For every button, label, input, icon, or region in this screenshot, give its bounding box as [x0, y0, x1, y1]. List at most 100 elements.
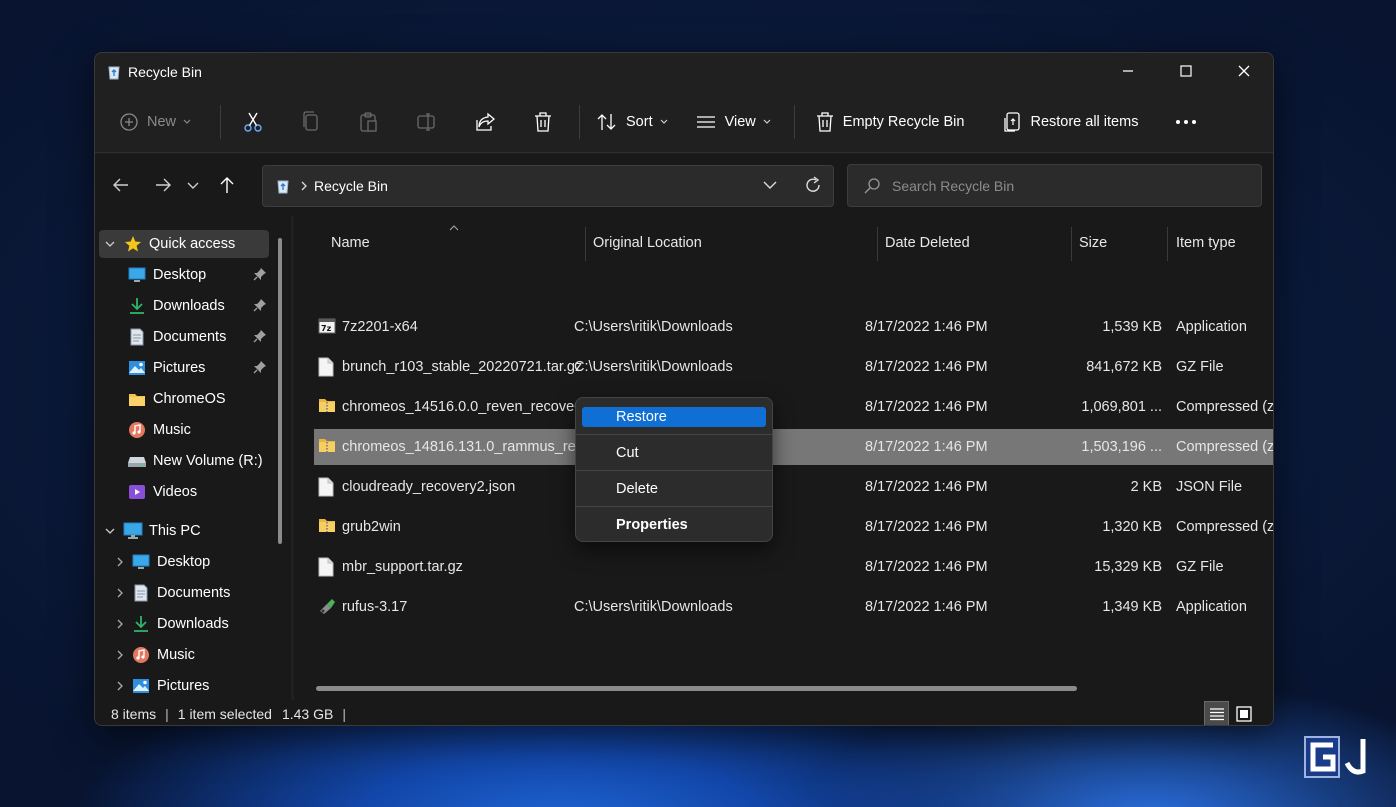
table-row[interactable]: cloudready_recovery2.json 8/17/2022 1:46 …: [314, 469, 1273, 505]
context-properties[interactable]: Properties: [582, 514, 766, 536]
new-button[interactable]: New: [119, 104, 192, 140]
chevron-right-icon[interactable]: [113, 681, 127, 691]
table-row[interactable]: grub2win 8/17/2022 1:46 PM 1,320 KB Compres…: [314, 509, 1273, 545]
context-restore[interactable]: Restore: [582, 407, 766, 427]
sort-button[interactable]: Sort: [596, 104, 669, 140]
column-header-type[interactable]: Item type: [1176, 224, 1236, 262]
search-input[interactable]: [892, 177, 1232, 194]
column-header-size[interactable]: Size: [1079, 224, 1107, 262]
table-row[interactable]: brunch_r103_stable_20220721.tar.gz C:\Use…: [314, 349, 1273, 385]
chevron-right-icon[interactable]: [113, 557, 127, 567]
chevron-right-icon[interactable]: [113, 619, 127, 629]
cell-name: brunch_r103_stable_20220721.tar.gz: [342, 359, 583, 375]
maximize-button[interactable]: [1157, 53, 1215, 89]
sidebar-item-pc-4[interactable]: Pictures: [99, 672, 269, 700]
rename-button[interactable]: [405, 104, 449, 140]
address-dropdown-button[interactable]: [763, 180, 777, 190]
recent-locations-button[interactable]: [181, 167, 205, 203]
cell-size: 1,539 KB: [1102, 319, 1162, 335]
delete-button[interactable]: [521, 104, 565, 140]
selection-size: 1.43 GB: [281, 705, 334, 722]
trash-icon: [535, 111, 552, 132]
view-list-icon: [696, 115, 715, 128]
sidebar-item-pc-3[interactable]: Music: [99, 641, 269, 669]
sidebar-scrollbar[interactable]: [278, 238, 282, 544]
sidebar-item-quick-2[interactable]: Documents: [99, 323, 269, 351]
context-cut-label: Cut: [616, 445, 639, 461]
sidebar-this-pc[interactable]: This PC: [99, 517, 269, 545]
sidebar-item-pc-0[interactable]: Desktop: [99, 548, 269, 576]
share-button[interactable]: [463, 104, 507, 140]
watermark-logo: [1302, 732, 1384, 782]
restore-all-button[interactable]: Restore all items: [1002, 104, 1138, 140]
paste-button[interactable]: [347, 104, 391, 140]
sidebar-item-quick-1[interactable]: Downloads: [99, 292, 269, 320]
sidebar-item-pc-1[interactable]: Documents: [99, 579, 269, 607]
address-bar[interactable]: Recycle Bin: [262, 165, 834, 207]
sidebar-item-label: Downloads: [153, 298, 225, 314]
column-divider[interactable]: [877, 227, 878, 261]
tiles-view-button[interactable]: [1231, 701, 1256, 725]
context-delete[interactable]: Delete: [582, 478, 766, 500]
table-row[interactable]: mbr_support.tar.gz 8/17/2022 1:46 PM 15,32…: [314, 549, 1273, 585]
status-bar: 8 items | 1 item selected 1.43 GB |: [95, 700, 1273, 725]
chevron-right-icon[interactable]: [113, 588, 127, 598]
table-row[interactable]: 7z 7z2201-x64 C:\Users\ritik\Downloads 8/17…: [314, 309, 1273, 345]
chevron-down-icon[interactable]: [101, 240, 119, 248]
details-view-button[interactable]: [1204, 701, 1229, 725]
forward-button[interactable]: [145, 167, 181, 203]
column-divider[interactable]: [585, 227, 586, 261]
minimize-button[interactable]: [1099, 53, 1157, 89]
cell-name: cloudready_recovery2.json: [342, 479, 516, 495]
sidebar-item-quick-6[interactable]: New Volume (R:): [99, 447, 269, 475]
videos-icon: [127, 482, 147, 502]
sidebar-quick-access[interactable]: Quick access: [99, 230, 269, 258]
chevron-down-icon: [187, 182, 199, 189]
context-menu: Restore Cut Delete Properties: [575, 397, 773, 542]
table-row[interactable]: rufus-3.17 C:\Users\ritik\Downloads 8/17/2…: [314, 589, 1273, 625]
sidebar-item-quick-3[interactable]: Pictures: [99, 354, 269, 382]
context-cut[interactable]: Cut: [582, 442, 766, 464]
sidebar-item-label: Music: [153, 422, 191, 438]
sidebar-item-label: This PC: [149, 523, 201, 539]
column-divider[interactable]: [1167, 227, 1168, 261]
table-row[interactable]: chromeos_14816.131.0_rammus_re...C:\User…: [314, 429, 1273, 465]
toolbar-divider: [579, 104, 581, 139]
chevron-down-icon[interactable]: [101, 527, 119, 535]
table-row[interactable]: chromeos_14516.0.0_reven_recover...C:\Us…: [314, 389, 1273, 425]
sort-ascending-icon: [449, 218, 459, 234]
up-button[interactable]: [209, 167, 245, 203]
zip-folder-icon: [318, 517, 336, 537]
status-separator: |: [342, 705, 346, 722]
recycle-bin-icon: [275, 178, 291, 194]
view-button[interactable]: View: [695, 104, 772, 140]
sidebar-item-quick-5[interactable]: Music: [99, 416, 269, 444]
chevron-right-icon[interactable]: [113, 650, 127, 660]
back-button[interactable]: [103, 167, 139, 203]
horizontal-scrollbar[interactable]: [316, 686, 1077, 691]
sidebar-item-quick-4[interactable]: ChromeOS: [99, 385, 269, 413]
restore-icon: [1004, 111, 1021, 132]
cell-type: GZ File: [1176, 559, 1224, 575]
sidebar-item-quick-7[interactable]: Videos: [99, 478, 269, 506]
empty-recycle-bin-button[interactable]: Empty Recycle Bin: [815, 104, 964, 140]
downloads-icon: [131, 614, 151, 634]
copy-button[interactable]: [289, 104, 333, 140]
column-header-date[interactable]: Date Deleted: [885, 224, 970, 262]
sidebar-item-pc-2[interactable]: Downloads: [99, 610, 269, 638]
chevron-down-icon: [763, 181, 777, 189]
address-path[interactable]: Recycle Bin: [314, 178, 388, 194]
cell-date: 8/17/2022 1:46 PM: [865, 559, 988, 575]
refresh-button[interactable]: [804, 176, 822, 194]
sidebar-item-quick-0[interactable]: Desktop: [99, 261, 269, 289]
cut-button[interactable]: [231, 104, 275, 140]
column-divider[interactable]: [1071, 227, 1072, 261]
search-box[interactable]: [847, 164, 1262, 207]
column-header-name[interactable]: Name: [331, 224, 370, 262]
close-button[interactable]: [1215, 53, 1273, 89]
search-icon: [864, 177, 880, 194]
column-header-location[interactable]: Original Location: [593, 224, 702, 262]
maximize-icon: [1180, 65, 1192, 77]
minimize-icon: [1123, 70, 1133, 72]
more-options-button[interactable]: [1174, 104, 1198, 140]
